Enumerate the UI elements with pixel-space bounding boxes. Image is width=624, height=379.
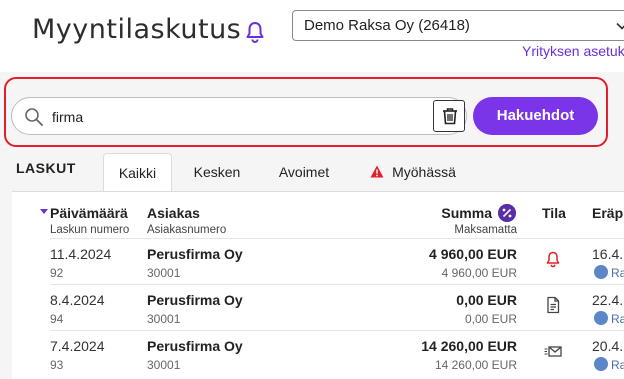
table-row[interactable]: 7.4.2024 93 Perusfirma Oy 30001 14 260,0…	[12, 330, 624, 376]
column-header-state[interactable]: Tila	[542, 205, 566, 221]
company-select-value: Demo Raksa Oy (26418)	[304, 17, 470, 34]
customer-number: 30001	[147, 358, 181, 372]
column-header-sum[interactable]: Summa	[441, 205, 492, 221]
table-row[interactable]: 8.4.2024 94 Perusfirma Oy 30001 0,00 EUR…	[12, 284, 624, 330]
table-row[interactable]: 11.4.2024 92 Perusfirma Oy 30001 4 960,0…	[12, 238, 624, 284]
payment-status-label: Ra	[611, 358, 624, 372]
due-date: 16.4.	[592, 246, 624, 262]
column-header-customer[interactable]: Asiakas	[147, 205, 200, 221]
warning-icon	[370, 165, 384, 178]
customer-name: Perusfirma Oy	[147, 292, 243, 308]
invoice-unpaid: 0,00 EUR	[464, 312, 517, 326]
customer-number: 30001	[147, 312, 181, 326]
tab-label: Avoimet	[278, 164, 330, 180]
invoice-unpaid: 14 260,00 EUR	[434, 358, 517, 372]
customer-name: Perusfirma Oy	[147, 246, 243, 262]
invoices-section-label: LASKUT	[16, 160, 76, 176]
clear-search-button[interactable]	[433, 100, 465, 132]
company-select[interactable]: Demo Raksa Oy (26418)	[292, 10, 624, 41]
invoice-sum: 0,00 EUR	[456, 292, 517, 308]
payment-status-label: Ra	[611, 312, 624, 326]
tab-all[interactable]: Kaikki	[103, 153, 172, 191]
payment-status-icon	[594, 311, 608, 325]
due-date: 20.4.	[592, 338, 624, 354]
payment-status-icon	[594, 265, 608, 279]
column-header-due-date[interactable]: Eräp	[592, 205, 623, 221]
tab-label: Kaikki	[118, 165, 157, 181]
trash-icon	[443, 108, 457, 125]
payment-status-icon	[594, 357, 608, 371]
chevron-down-icon	[616, 22, 624, 30]
invoice-number: 93	[50, 358, 64, 372]
row-divider	[50, 238, 624, 239]
column-subheader-customer-number: Asiakasnumero	[147, 224, 227, 236]
column-header-date[interactable]: Päivämäärä	[50, 205, 128, 221]
tab-overdue[interactable]: Myöhässä	[358, 153, 468, 191]
sort-descending-icon[interactable]	[40, 209, 48, 214]
notifications-bell-icon[interactable]	[243, 20, 267, 44]
invoice-unpaid: 4 960,00 EUR	[441, 266, 517, 280]
document-icon	[547, 296, 560, 314]
tab-label: Myöhässä	[392, 164, 456, 180]
search-input[interactable]	[52, 107, 422, 127]
invoice-sum: 14 260,00 EUR	[421, 338, 517, 354]
search-icon	[25, 108, 43, 126]
column-subheader-invoice-number: Laskun numero	[50, 224, 130, 236]
column-subheader-unpaid: Maksamatta	[454, 224, 517, 236]
tab-label: Kesken	[193, 164, 241, 180]
row-divider	[50, 284, 624, 285]
invoice-table: Päivämäärä Laskun numero Asiakas Asiakas…	[12, 191, 624, 379]
bell-icon	[546, 251, 560, 268]
percent-icon[interactable]	[498, 204, 516, 222]
invoice-number: 94	[50, 312, 64, 326]
row-divider	[50, 330, 624, 331]
invoice-sum: 4 960,00 EUR	[429, 246, 517, 262]
tab-open[interactable]: Avoimet	[264, 153, 344, 191]
company-settings-link[interactable]: Yrityksen asetuk	[522, 43, 624, 59]
envelope-icon	[544, 346, 562, 357]
payment-status-label: Ra	[611, 266, 624, 280]
search-box[interactable]	[11, 97, 467, 135]
page-title: Myyntilaskutus	[32, 14, 242, 45]
customer-name: Perusfirma Oy	[147, 338, 243, 354]
customer-number: 30001	[147, 266, 181, 280]
tab-in-progress[interactable]: Kesken	[182, 153, 252, 191]
invoice-date: 7.4.2024	[50, 338, 105, 354]
search-criteria-button[interactable]: Hakuehdot	[473, 97, 598, 135]
app-header: Myyntilaskutus Demo Raksa Oy (26418) Yri…	[0, 0, 624, 72]
invoice-date: 11.4.2024	[50, 246, 112, 262]
invoice-date: 8.4.2024	[50, 292, 105, 308]
due-date: 22.4.	[592, 292, 624, 308]
invoice-number: 92	[50, 266, 64, 280]
